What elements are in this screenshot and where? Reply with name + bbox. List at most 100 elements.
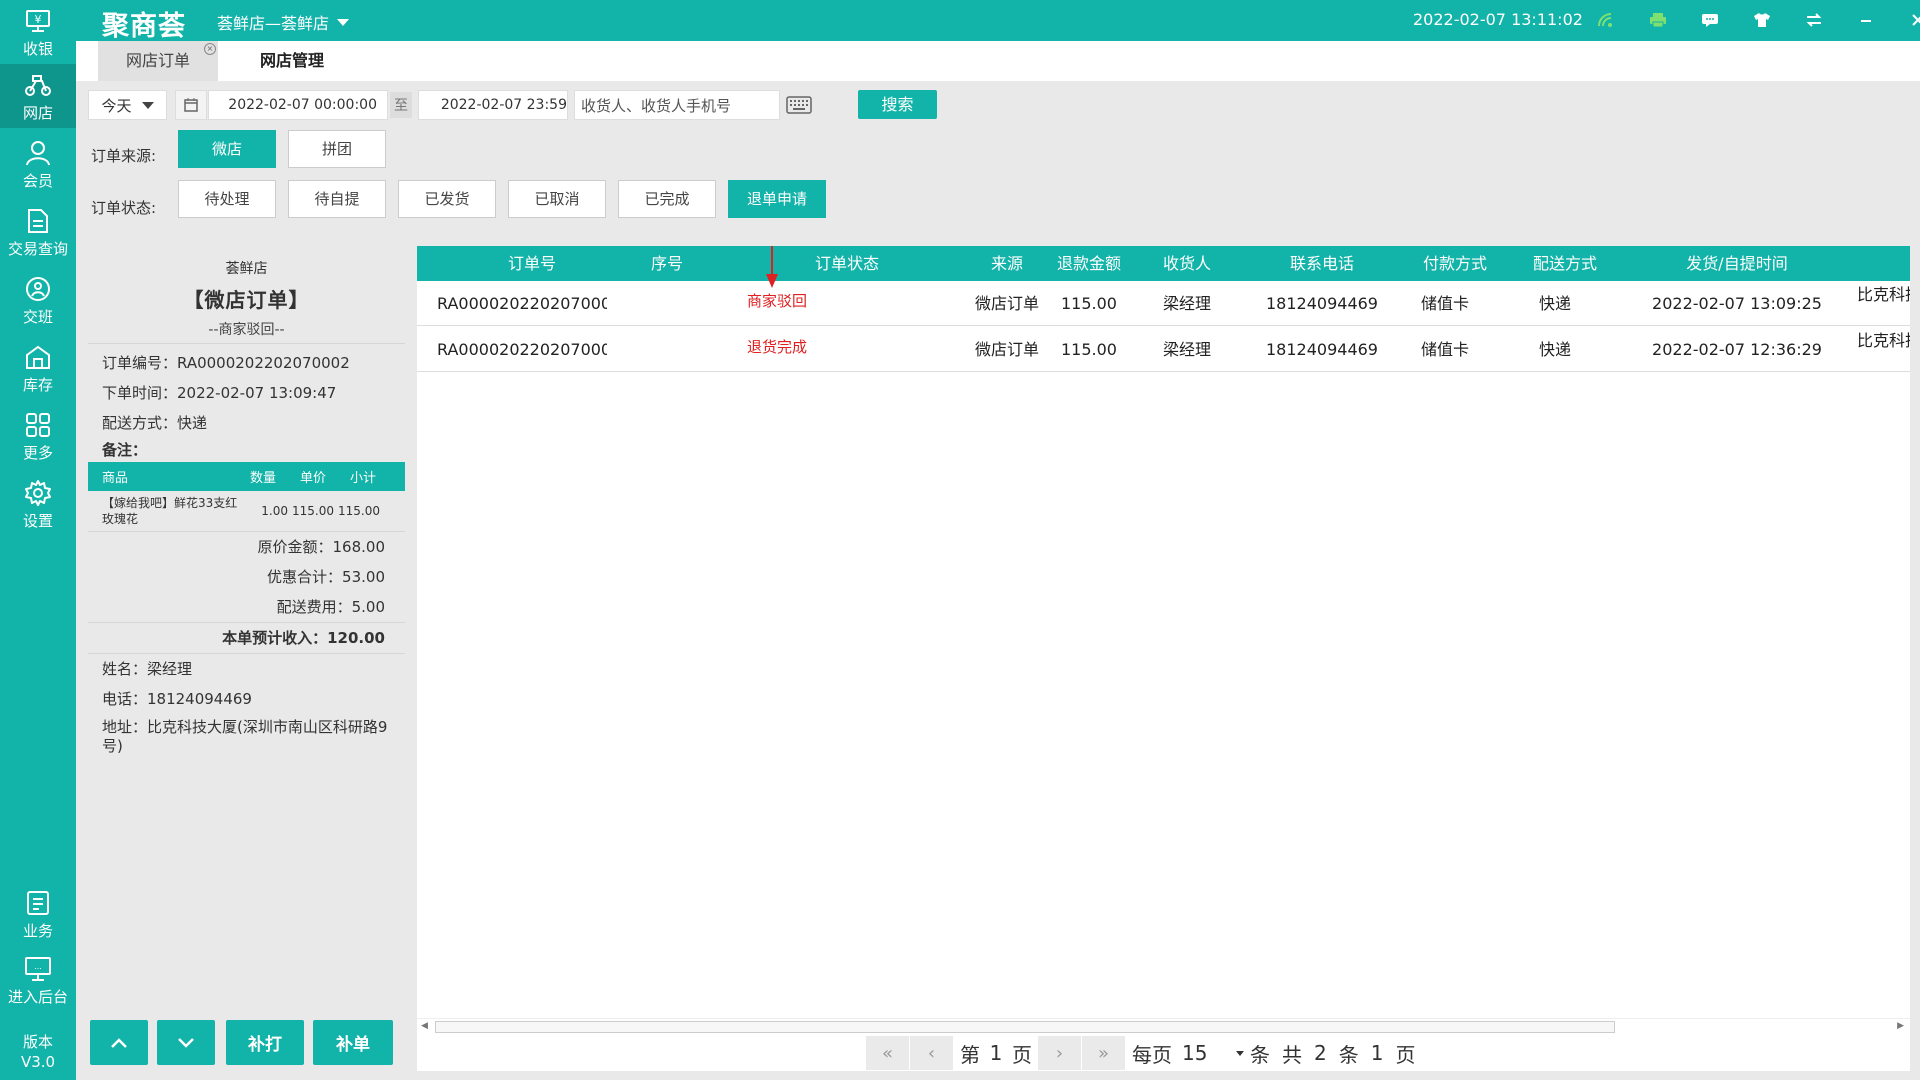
receipt-item-row: 【嫁给我吧】鲜花33支红玫瑰花 1.00 115.00 115.00 <box>88 491 405 532</box>
switch-icon[interactable] <box>1788 6 1840 34</box>
receipt-original-amount: 原价金额：168.00 <box>257 538 386 556</box>
source-group-buy-button[interactable]: 拼团 <box>288 130 386 168</box>
receipt-store: 荟鲜店 <box>225 261 268 277</box>
col-receiver: 收货人 <box>1162 254 1211 273</box>
last-page-icon[interactable]: » <box>1082 1036 1126 1070</box>
nav-label: 更多 <box>22 443 53 462</box>
nav-more[interactable]: 更多 <box>0 404 76 468</box>
tab-online-management[interactable]: 网店管理 <box>242 41 342 81</box>
nav-label: 会员 <box>22 171 53 190</box>
scrollbar-thumb[interactable] <box>435 1021 1615 1033</box>
nav-inventory[interactable]: 库存 <box>0 336 76 400</box>
item-qty: 1.00 <box>261 504 288 518</box>
status-pickup-button[interactable]: 待自提 <box>288 180 386 218</box>
receipt-status: --商家驳回-- <box>208 322 285 338</box>
reprint-button[interactable]: 补打 <box>226 1020 304 1065</box>
status-completed-button[interactable]: 已完成 <box>618 180 716 218</box>
network-icon[interactable] <box>1580 6 1632 34</box>
order-status-label: 订单状态: <box>91 199 157 217</box>
per-page-select[interactable]: 15 <box>1178 1041 1244 1065</box>
close-icon[interactable] <box>1892 6 1920 34</box>
scroll-up-button[interactable] <box>90 1020 148 1065</box>
cell-payment: 储值卡 <box>1420 294 1469 313</box>
nav-business[interactable]: 业务 <box>0 882 76 946</box>
tab-online-orders[interactable]: 网店订单 × <box>98 41 218 81</box>
source-weidian-button[interactable]: 微店 <box>178 130 276 168</box>
receipt-discount: 优惠合计：53.00 <box>267 568 385 586</box>
calendar-icon[interactable] <box>175 90 207 120</box>
window-controls <box>1580 6 1920 34</box>
status-pending-button[interactable]: 待处理 <box>178 180 276 218</box>
scroll-left-icon[interactable]: ◀ <box>421 1021 428 1031</box>
page-input[interactable]: 1 <box>986 1041 1006 1065</box>
receipt-items-header: 商品 数量 单价 小计 <box>88 462 405 491</box>
store-selector[interactable]: 荟鲜店—荟鲜店 <box>217 10 350 34</box>
search-button[interactable]: 搜索 <box>858 90 937 119</box>
nav-shift[interactable]: 交班 <box>0 268 76 332</box>
prev-page-icon[interactable]: ‹ <box>910 1036 954 1070</box>
end-date-input[interactable]: 2022-02-07 23:59 <box>418 90 568 120</box>
keyboard-icon[interactable] <box>786 96 812 118</box>
status-shipped-button[interactable]: 已发货 <box>398 180 496 218</box>
close-tab-icon[interactable]: × <box>204 43 216 55</box>
table-row[interactable]: RA0000202202070002 商家驳回 微店订单 115.00 梁经理 … <box>417 281 1910 326</box>
col-ship-time: 发货/自提时间 <box>1686 254 1788 273</box>
receipt-title: 【微店订单】 <box>183 288 310 312</box>
chevron-down-icon <box>178 1037 194 1048</box>
nav-transaction-query[interactable]: 交易查询 <box>0 200 76 264</box>
cell-phone: 18124094469 <box>1266 294 1378 313</box>
scroll-right-icon[interactable]: ▶ <box>1897 1021 1904 1031</box>
next-page-icon[interactable]: › <box>1038 1036 1082 1070</box>
receipt-order-time: 下单时间：2022-02-07 13:09:47 <box>102 384 337 402</box>
page-prefix: 第 <box>960 1042 980 1067</box>
table-row[interactable]: RA0000202202070001 退货完成 微店订单 115.00 梁经理 … <box>417 327 1910 372</box>
business-icon <box>23 888 53 918</box>
total-unit: 条 <box>1338 1042 1359 1067</box>
table-header: 订单号 序号 订单状态 来源 退款金额 收货人 联系电话 付款方式 配送方式 发… <box>417 246 1910 281</box>
transaction-query-icon <box>23 206 53 236</box>
total-prefix: 共 <box>1282 1042 1302 1067</box>
cell-phone: 18124094469 <box>1266 340 1378 359</box>
tab-label: 网店管理 <box>259 51 324 70</box>
order-source-label: 订单来源: <box>91 147 157 165</box>
search-input[interactable]: 收货人、收货人手机号 <box>574 90 780 120</box>
nav-online-store[interactable]: 网店 <box>0 64 76 128</box>
skin-icon[interactable] <box>1736 6 1788 34</box>
cell-refund: 115.00 <box>1061 340 1117 359</box>
nav-cashier[interactable]: ¥ 收银 <box>0 0 76 64</box>
date-range-separator: 至 <box>390 92 412 118</box>
nav-label: 进入后台 <box>7 987 68 1006</box>
settings-icon <box>23 478 53 508</box>
cell-delivery: 快递 <box>1538 294 1571 313</box>
nav-member[interactable]: 会员 <box>0 132 76 196</box>
version-number: V3.0 <box>20 1053 56 1071</box>
status-refund-request-button[interactable]: 退单申请 <box>728 180 826 218</box>
receipt-note: 备注： <box>102 441 148 459</box>
cell-seq <box>637 281 697 326</box>
start-date-input[interactable]: 2022-02-07 00:00:00 <box>208 90 388 120</box>
cell-status: 退货完成 <box>746 338 807 356</box>
left-nav: ¥ 收银 网店 会员 交易查询 交班 库存 更多 设置 业务 ... 进入后台 … <box>0 0 76 1080</box>
cell-address: 比克科技 <box>1857 285 1910 304</box>
cell-source: 微店订单 <box>974 340 1039 359</box>
message-icon[interactable] <box>1684 6 1736 34</box>
chevron-down-icon <box>337 18 350 26</box>
status-cancelled-button[interactable]: 已取消 <box>508 180 606 218</box>
first-page-icon[interactable]: « <box>866 1036 910 1070</box>
supplement-order-button[interactable]: 补单 <box>313 1020 393 1065</box>
horizontal-scrollbar[interactable]: ◀ ▶ <box>417 1018 1910 1034</box>
col-source: 来源 <box>990 254 1023 273</box>
period-select[interactable]: 今天 <box>88 90 167 120</box>
nav-backend[interactable]: ... 进入后台 <box>0 948 76 1012</box>
tab-label: 网店订单 <box>125 51 190 70</box>
nav-label: 设置 <box>22 511 53 530</box>
printer-icon[interactable] <box>1632 6 1684 34</box>
minimize-icon[interactable] <box>1840 6 1892 34</box>
per-page-unit: 条 <box>1250 1042 1270 1067</box>
nav-settings[interactable]: 设置 <box>0 472 76 536</box>
divider <box>88 343 405 344</box>
item-price: 115.00 <box>292 504 334 518</box>
item-name: 【嫁给我吧】鲜花33支红玫瑰花 <box>102 496 238 526</box>
version-label: 版本 <box>22 1033 53 1051</box>
scroll-down-button[interactable] <box>157 1020 215 1065</box>
